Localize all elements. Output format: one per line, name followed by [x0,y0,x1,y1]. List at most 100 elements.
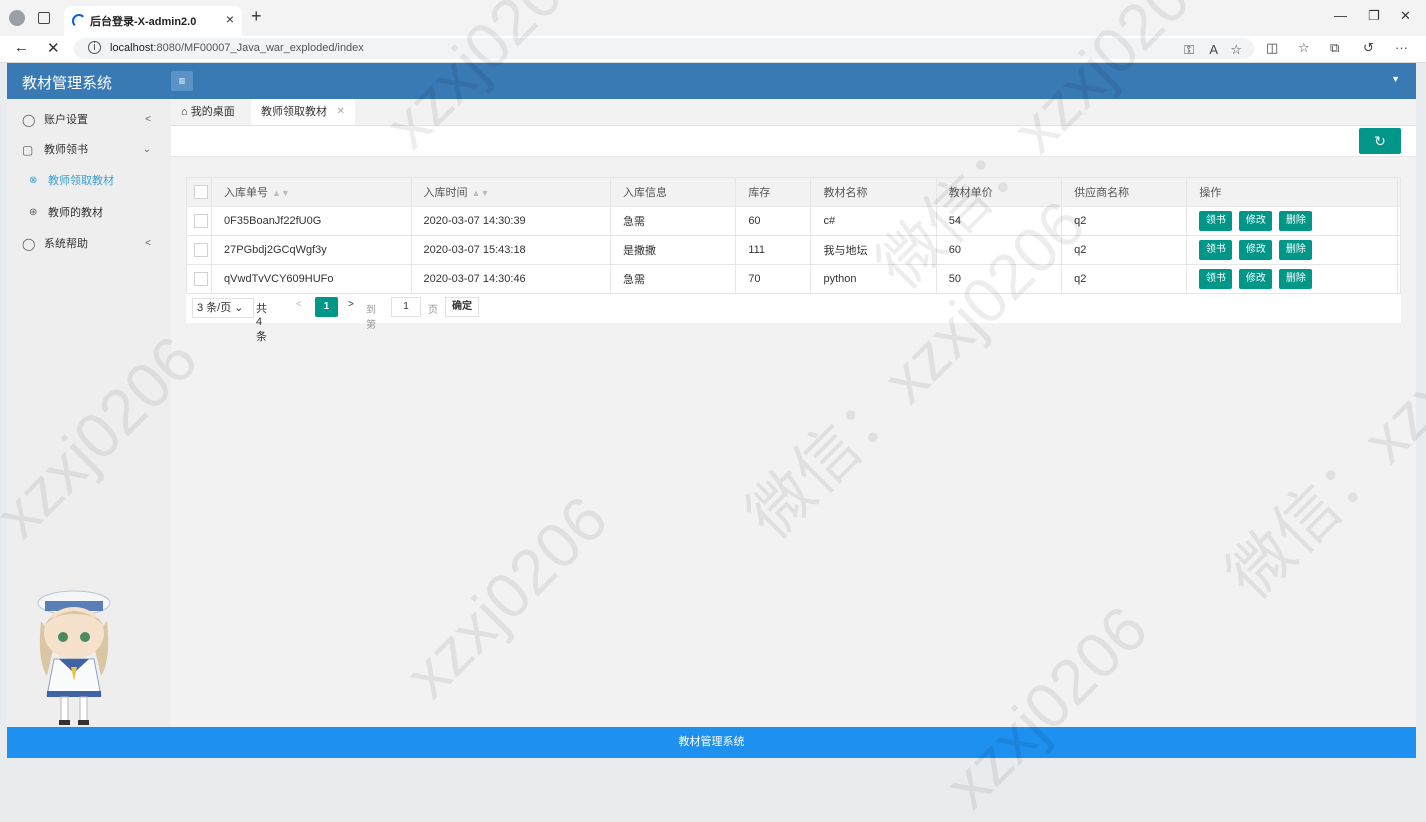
sort-icon[interactable]: ▲▼ [272,188,290,198]
cell-actions: 领书 修改 删除 [1186,206,1398,236]
caret-down-icon[interactable]: ▼ [1391,74,1400,84]
row-checkbox[interactable] [194,243,208,257]
column-spacer [1396,177,1402,207]
close-icon[interactable]: ✕ [337,99,345,125]
minimize-icon[interactable]: — [1334,8,1347,23]
sidebar-item-help[interactable]: ◯ 系统帮助 < [7,229,171,259]
cell-name: 我与地坛 [810,235,937,265]
row-checkbox[interactable] [194,272,208,286]
column-header[interactable]: 入库时间 ▲▼ [410,177,612,207]
receive-button[interactable]: 领书 [1199,269,1233,289]
goto-page-input[interactable]: 1 [391,297,421,317]
select-all-checkbox[interactable] [194,185,208,199]
cell-name: python [810,264,937,294]
cell-id: qVwdTvVCY609HUFo [211,264,412,294]
cell-spacer [1396,264,1402,294]
next-page-icon[interactable]: > [348,299,354,310]
row-select-cell[interactable] [185,235,213,265]
goto-confirm-button[interactable]: 确定 [445,297,479,317]
row-select-cell[interactable] [185,264,213,294]
table-row: qVwdTvVCY609HUFo 2020-03-07 14:30:46 急需 … [185,264,1402,294]
history-icon[interactable]: ↺ [1363,40,1374,56]
sidebar-subitem-my-books[interactable]: ⊛ 教师的教材 [7,197,171,229]
user-icon: ◯ [22,113,36,127]
circle-icon: ⊗ [29,175,38,186]
total-count: 共 4 条 [256,303,267,343]
restore-icon[interactable]: ❐ [1368,8,1380,24]
favorite-add-icon[interactable]: ☆ [1230,42,1242,58]
delete-button[interactable]: 删除 [1279,269,1313,289]
edit-button[interactable]: 修改 [1239,211,1273,231]
favorites-icon[interactable]: ☆ [1298,40,1310,56]
stop-icon[interactable]: ✕ [47,39,60,57]
row-checkbox[interactable] [194,214,208,228]
close-tab-icon[interactable]: × [226,11,234,27]
sidebar: ◯ 账户设置 < ▢ 教师领书 ⌄ ⊗ 教师领取教材 ⊛ 教师的教材 ◯ 系统帮… [7,99,171,727]
main-content: 入库单号 ▲▼ 入库时间 ▲▼ 入库信息 库存 教材名称 教材单价 供应商名称 操作 [171,157,1416,727]
receive-button[interactable]: 领书 [1199,240,1233,260]
cell-supplier: q2 [1061,235,1188,265]
chevron-down-icon: ⌄ [142,144,151,155]
sort-icon[interactable]: ▲▼ [472,188,490,198]
tab-home-label: 我的桌面 [190,106,235,118]
sidebar-item-account[interactable]: ◯ 账户设置 < [7,105,171,135]
info-icon[interactable]: i [88,41,101,54]
tab-home[interactable]: ⌂ 我的桌面 [171,99,245,125]
browser-tabbar: 后台登录-X-admin2.0 × + — ❐ ✕ [0,0,1426,36]
new-tab-icon[interactable]: + [251,6,262,27]
tab-current-label: 教师领取教材 [261,106,327,118]
back-icon[interactable]: ← [14,39,29,56]
close-window-icon[interactable]: ✕ [1400,8,1411,24]
url-field[interactable]: i localhost:8080/MF00007_Java_war_explod… [74,38,1254,59]
column-header: 库存 [735,177,812,207]
edit-button[interactable]: 修改 [1239,269,1273,289]
tab-actions-icon[interactable] [38,12,50,24]
split-screen-icon[interactable]: ◫ [1266,40,1278,56]
circle-icon: ⊛ [29,207,38,218]
sidebar-item-teacher-books[interactable]: ▢ 教师领书 ⌄ [7,135,171,165]
url-text: localhost:8080/MF00007_Java_war_exploded… [110,42,364,54]
current-page-button[interactable]: 1 [315,297,338,317]
read-aloud-icon[interactable]: A [1209,42,1218,57]
profile-icon[interactable] [9,10,25,26]
refresh-button[interactable]: ↻ [1359,128,1401,154]
page-size-select[interactable]: 3 条/页 ⌄ [192,298,254,318]
chevron-down-icon: ⌄ [234,302,244,314]
home-icon: ⌂ [181,106,188,118]
cell-time: 2020-03-07 14:30:46 [410,264,612,294]
column-header[interactable]: 入库单号 ▲▼ [211,177,412,207]
cell-id: 0F35BoanJf22fU0G [211,206,412,236]
collections-icon[interactable]: ⧉ [1330,40,1339,56]
cell-info: 是撒撒 [610,235,737,265]
sidebar-subitem-label: 教师的教材 [48,207,103,219]
mascot-image [37,590,111,725]
key-icon[interactable]: ⚿ [1184,42,1194,58]
goto-label: 到第 [366,305,376,331]
row-select-cell[interactable] [185,206,213,236]
cell-supplier: q2 [1061,206,1188,236]
receive-button[interactable]: 领书 [1199,211,1233,231]
cell-actions: 领书 修改 删除 [1186,235,1398,265]
select-all-cell[interactable] [185,177,213,207]
cell-stock: 60 [735,206,812,236]
browser-tab-title: 后台登录-X-admin2.0 [90,16,197,28]
menu-toggle-button[interactable]: ≡ [171,71,193,91]
more-icon[interactable]: ··· [1395,40,1408,55]
edit-button[interactable]: 修改 [1239,240,1273,260]
cell-spacer [1396,235,1402,265]
table-row: 0F35BoanJf22fU0G 2020-03-07 14:30:39 急需 … [185,206,1402,236]
app-logo[interactable]: 教材管理系统 [22,72,112,93]
tab-current[interactable]: 教师领取教材 ✕ [251,99,355,125]
cell-price: 50 [935,264,1063,294]
table-card: 入库单号 ▲▼ 入库时间 ▲▼ 入库信息 库存 教材名称 教材单价 供应商名称 操作 [185,177,1402,343]
cell-time: 2020-03-07 14:30:39 [410,206,612,236]
sidebar-subitem-receive[interactable]: ⊗ 教师领取教材 [7,165,171,197]
cell-time: 2020-03-07 15:43:18 [410,235,612,265]
sidebar-item-label: 教师领书 [44,144,88,156]
prev-page-icon[interactable]: < [296,299,302,310]
column-header: 教材单价 [935,177,1063,207]
delete-button[interactable]: 删除 [1279,240,1313,260]
user-icon: ◯ [22,237,36,251]
delete-button[interactable]: 删除 [1279,211,1313,231]
browser-tab[interactable]: 后台登录-X-admin2.0 × [64,6,242,36]
